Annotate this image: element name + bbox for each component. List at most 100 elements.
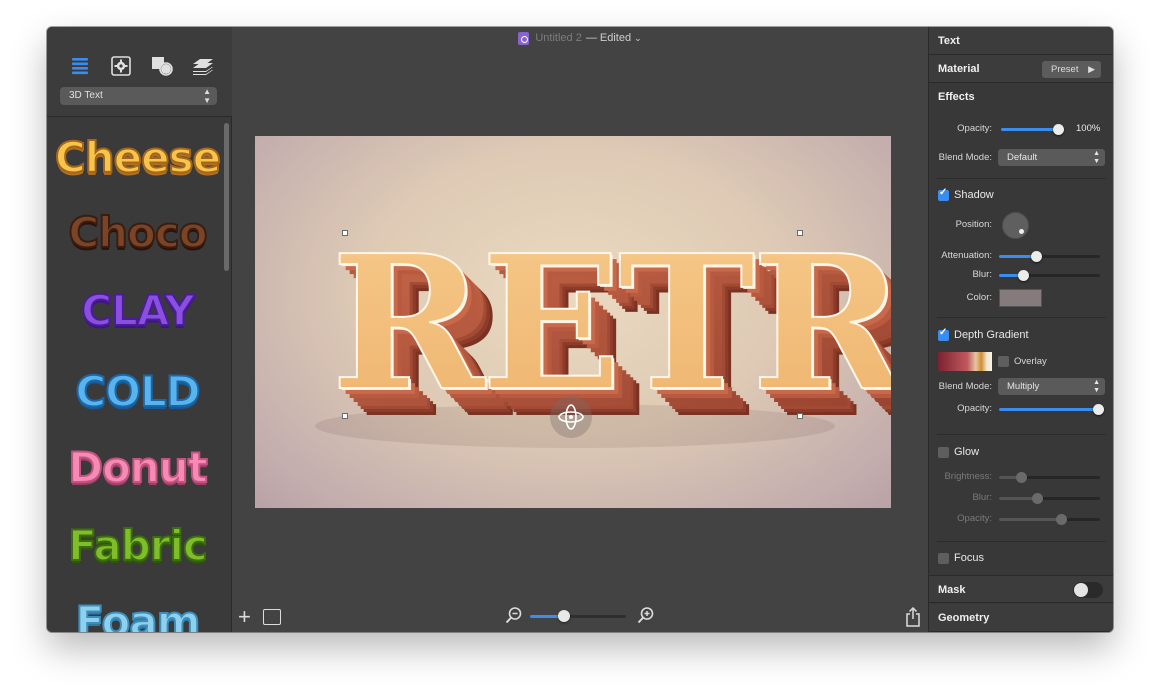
depth-opacity-slider-knob[interactable] [1093,404,1104,415]
fit-to-window-icon[interactable] [263,609,281,625]
shadow-position-label: Position: [955,219,992,230]
shadow-position-dial[interactable] [1002,212,1029,239]
chevron-updown-icon: ▲ ▼ [1093,379,1100,394]
depth-opacity-label: Opacity: [957,403,992,414]
depth-opacity-slider-fill [999,408,1102,411]
preset-clay[interactable]: CLAY [55,280,220,340]
shadow-checkbox[interactable] [938,187,949,201]
document-name: Untitled 2 [535,32,582,44]
style-category-value: 3D Text [69,90,103,101]
rotate-3d-control[interactable] [550,396,592,438]
selection-handle[interactable] [797,413,803,419]
layers-icon[interactable] [192,55,214,77]
selection-handle[interactable] [797,230,803,236]
preset-choco[interactable]: Choco [55,202,220,262]
canvas-bottom-bar: + [232,603,928,632]
canvas[interactable]: RETRO RETRO RETRO RETRO RETRO RETRO RETR… [255,136,891,508]
glow-blur-label: Blur: [972,492,992,503]
zoom-slider-knob[interactable] [558,610,570,622]
shadow-label: Shadow [954,189,994,201]
opacity-slider[interactable] [1001,124,1064,135]
depth-gradient-editor[interactable] [938,352,992,371]
mask-header-label: Mask [938,584,966,596]
attenuation-slider-knob[interactable] [1031,251,1042,262]
preset-button-label: Preset [1051,64,1079,75]
glow-brightness-slider-knob[interactable] [1016,472,1027,483]
preset-foam[interactable]: Foam [55,591,220,633]
glow-opacity-slider-knob[interactable] [1056,514,1067,525]
glow-checkbox[interactable] [938,447,949,458]
blend-mode-label: Blend Mode: [938,152,992,163]
blend-mode-value: Default [1007,152,1038,163]
shadow-blur-slider[interactable] [999,270,1100,281]
glow-blur-slider[interactable] [999,493,1100,504]
depth-blend-mode-select[interactable]: Multiply ▲ ▼ [998,378,1105,395]
chevron-updown-icon: ▲ ▼ [1093,150,1100,165]
material-section-header[interactable]: Material Preset ▶ [929,55,1113,83]
zoom-slider[interactable] [530,610,626,622]
gear-box-icon[interactable] [110,55,132,77]
shadow-blur-slider-knob[interactable] [1018,270,1029,281]
mask-toggle[interactable] [1073,582,1103,598]
overlay-checkbox[interactable] [998,356,1009,367]
shapes-icon[interactable] [151,55,173,77]
glow-opacity-label: Opacity: [957,513,992,524]
glow-brightness-slider[interactable] [999,472,1100,483]
blend-mode-select[interactable]: Default ▲ ▼ [998,149,1105,166]
shadow-color-well[interactable] [999,289,1042,307]
depth-opacity-slider[interactable] [999,404,1104,415]
section-divider [937,178,1106,179]
glow-blur-slider-knob[interactable] [1032,493,1043,504]
section-divider [937,434,1106,435]
overlay-label: Overlay [1014,356,1047,367]
focus-checkbox[interactable] [938,553,949,564]
glow-opacity-slider-fill [999,518,1061,521]
mask-section-header[interactable]: Mask [929,575,1113,603]
inspector-panel: Text Material Preset ▶ Effects Opacity: … [928,27,1113,632]
glow-brightness-label: Brightness: [944,471,992,482]
retro-artwork: RETRO RETRO RETRO RETRO RETRO RETRO RETR… [315,213,891,459]
depth-gradient-label: Depth Gradient [954,329,1029,341]
zoom-out-icon[interactable] [505,606,523,624]
window-title: Untitled 2 — Edited ⌄ [232,27,928,49]
mask-toggle-knob [1074,583,1088,597]
opacity-slider-knob[interactable] [1053,124,1064,135]
list-icon[interactable] [69,55,91,77]
zoom-in-icon[interactable] [637,606,655,624]
retro-face-text: RETRO [331,214,891,432]
preset-cheese[interactable]: Cheese [54,127,222,187]
shadow-blur-label: Blur: [972,269,992,280]
preset-cold[interactable]: COLD [55,361,220,421]
preset-button[interactable]: Preset ▶ [1042,61,1101,78]
preset-fabric[interactable]: Fabric [55,515,220,575]
geometry-section-header[interactable]: Geometry [929,604,1113,632]
depth-gradient-checkbox[interactable] [938,327,949,341]
add-layer-button[interactable]: + [238,606,251,628]
orbit-icon [558,404,584,430]
effects-section-header[interactable]: Effects [929,83,1113,111]
selection-handle[interactable] [342,413,348,419]
play-arrow-icon: ▶ [1088,64,1095,74]
shadow-color-label: Color: [966,292,992,303]
canvas-area: RETRO RETRO RETRO RETRO RETRO RETRO RETR… [232,49,928,632]
chevron-down-icon[interactable]: ⌄ [634,33,642,44]
sidebar-toolbar: 3D Text ▲ ▼ [47,27,232,117]
focus-label: Focus [954,552,984,564]
selection-handle[interactable] [342,230,348,236]
document-icon [518,31,530,45]
style-category-select[interactable]: 3D Text ▲ ▼ [60,87,217,105]
share-icon[interactable] [905,607,921,627]
glow-opacity-slider[interactable] [999,514,1100,525]
section-divider [937,541,1106,542]
styles-sidebar: 3D Text ▲ ▼ Cheese Choco CLAY COLD Donut … [47,27,232,632]
attenuation-slider[interactable] [999,251,1100,262]
depth-blend-mode-label: Blend Mode: [938,381,992,392]
text-section-header[interactable]: Text [929,27,1113,55]
depth-blend-mode-value: Multiply [1007,381,1040,392]
chevron-updown-icon: ▲ ▼ [203,87,211,105]
sidebar-scrollbar[interactable] [224,123,229,271]
opacity-value: 100% [1076,123,1101,134]
shadow-position-dot[interactable] [1019,229,1024,234]
edited-status: — Edited [585,32,632,44]
preset-donut[interactable]: Donut [55,437,220,497]
